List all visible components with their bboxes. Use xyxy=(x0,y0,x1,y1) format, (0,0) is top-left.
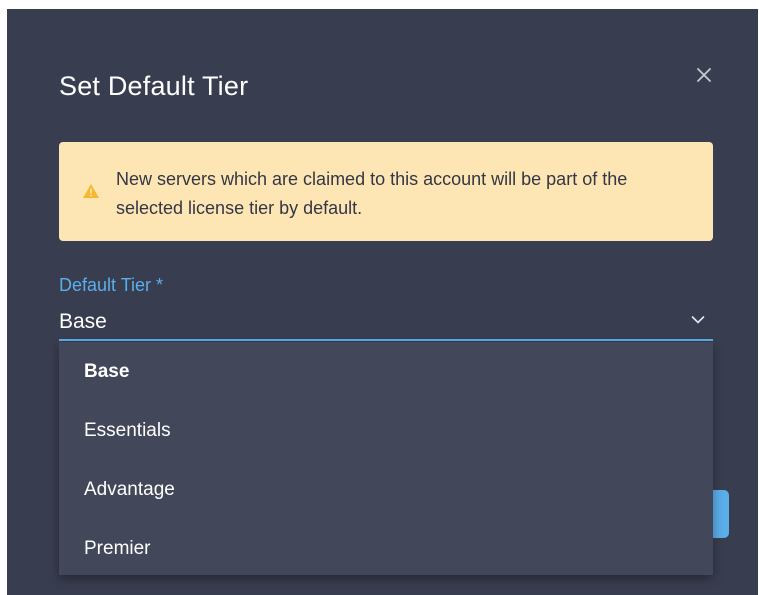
close-icon xyxy=(697,68,711,82)
dropdown-option-premier[interactable]: Premier xyxy=(59,519,713,578)
set-default-tier-dialog: Set Default Tier New servers which are c… xyxy=(7,9,758,595)
info-alert: New servers which are claimed to this ac… xyxy=(59,142,713,241)
alert-message: New servers which are claimed to this ac… xyxy=(116,169,628,218)
tier-dropdown-menu: Base Essentials Advantage Premier xyxy=(59,342,713,575)
dropdown-option-advantage[interactable]: Advantage xyxy=(59,460,713,519)
warning-icon xyxy=(82,183,100,199)
chevron-down-icon xyxy=(691,315,705,325)
dropdown-option-base[interactable]: Base xyxy=(59,342,713,401)
close-button[interactable] xyxy=(693,64,715,86)
default-tier-label: Default Tier * xyxy=(59,275,164,295)
primary-action-button[interactable] xyxy=(712,490,729,538)
default-tier-value: Base xyxy=(59,310,107,333)
dialog-title: Set Default Tier xyxy=(59,71,249,101)
default-tier-select[interactable]: Base xyxy=(59,305,713,341)
dropdown-option-essentials[interactable]: Essentials xyxy=(59,401,713,460)
